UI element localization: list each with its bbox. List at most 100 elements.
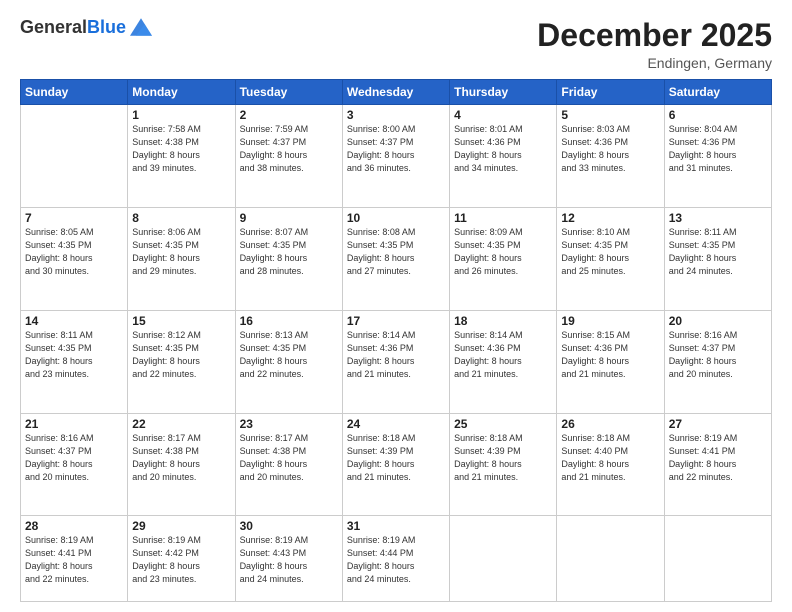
day-number: 25 [454,417,552,431]
calendar-cell: 2Sunrise: 7:59 AM Sunset: 4:37 PM Daylig… [235,105,342,208]
day-number: 1 [132,108,230,122]
calendar-cell: 7Sunrise: 8:05 AM Sunset: 4:35 PM Daylig… [21,207,128,310]
day-info: Sunrise: 8:12 AM Sunset: 4:35 PM Dayligh… [132,329,230,381]
day-number: 21 [25,417,123,431]
month-year: December 2025 [537,18,772,53]
day-number: 30 [240,519,338,533]
logo: GeneralBlue [20,18,152,38]
calendar-cell: 30Sunrise: 8:19 AM Sunset: 4:43 PM Dayli… [235,516,342,602]
day-number: 24 [347,417,445,431]
day-info: Sunrise: 8:15 AM Sunset: 4:36 PM Dayligh… [561,329,659,381]
calendar-cell: 23Sunrise: 8:17 AM Sunset: 4:38 PM Dayli… [235,413,342,516]
weekday-header: Sunday [21,80,128,105]
day-info: Sunrise: 8:00 AM Sunset: 4:37 PM Dayligh… [347,123,445,175]
day-info: Sunrise: 8:17 AM Sunset: 4:38 PM Dayligh… [132,432,230,484]
day-info: Sunrise: 8:19 AM Sunset: 4:44 PM Dayligh… [347,534,445,586]
calendar-cell: 26Sunrise: 8:18 AM Sunset: 4:40 PM Dayli… [557,413,664,516]
calendar-cell: 29Sunrise: 8:19 AM Sunset: 4:42 PM Dayli… [128,516,235,602]
calendar-cell: 5Sunrise: 8:03 AM Sunset: 4:36 PM Daylig… [557,105,664,208]
calendar-cell [664,516,771,602]
calendar-cell: 16Sunrise: 8:13 AM Sunset: 4:35 PM Dayli… [235,310,342,413]
calendar-cell: 24Sunrise: 8:18 AM Sunset: 4:39 PM Dayli… [342,413,449,516]
day-info: Sunrise: 8:05 AM Sunset: 4:35 PM Dayligh… [25,226,123,278]
day-number: 31 [347,519,445,533]
calendar-week-row: 28Sunrise: 8:19 AM Sunset: 4:41 PM Dayli… [21,516,772,602]
day-info: Sunrise: 8:04 AM Sunset: 4:36 PM Dayligh… [669,123,767,175]
day-info: Sunrise: 7:58 AM Sunset: 4:38 PM Dayligh… [132,123,230,175]
calendar-week-row: 7Sunrise: 8:05 AM Sunset: 4:35 PM Daylig… [21,207,772,310]
calendar: SundayMondayTuesdayWednesdayThursdayFrid… [20,79,772,602]
title-block: December 2025 Endingen, Germany [537,18,772,71]
day-number: 29 [132,519,230,533]
weekday-header: Friday [557,80,664,105]
day-info: Sunrise: 8:17 AM Sunset: 4:38 PM Dayligh… [240,432,338,484]
day-number: 22 [132,417,230,431]
calendar-cell: 13Sunrise: 8:11 AM Sunset: 4:35 PM Dayli… [664,207,771,310]
day-number: 26 [561,417,659,431]
calendar-cell: 12Sunrise: 8:10 AM Sunset: 4:35 PM Dayli… [557,207,664,310]
logo-text: GeneralBlue [20,18,126,38]
day-info: Sunrise: 8:19 AM Sunset: 4:43 PM Dayligh… [240,534,338,586]
day-number: 27 [669,417,767,431]
day-info: Sunrise: 8:18 AM Sunset: 4:40 PM Dayligh… [561,432,659,484]
calendar-cell: 10Sunrise: 8:08 AM Sunset: 4:35 PM Dayli… [342,207,449,310]
calendar-cell: 31Sunrise: 8:19 AM Sunset: 4:44 PM Dayli… [342,516,449,602]
weekday-header: Thursday [450,80,557,105]
day-number: 8 [132,211,230,225]
weekday-header: Tuesday [235,80,342,105]
day-info: Sunrise: 8:19 AM Sunset: 4:41 PM Dayligh… [669,432,767,484]
day-info: Sunrise: 8:19 AM Sunset: 4:41 PM Dayligh… [25,534,123,586]
calendar-cell: 15Sunrise: 8:12 AM Sunset: 4:35 PM Dayli… [128,310,235,413]
calendar-cell [21,105,128,208]
calendar-cell: 14Sunrise: 8:11 AM Sunset: 4:35 PM Dayli… [21,310,128,413]
calendar-cell: 22Sunrise: 8:17 AM Sunset: 4:38 PM Dayli… [128,413,235,516]
day-number: 17 [347,314,445,328]
day-number: 6 [669,108,767,122]
day-number: 14 [25,314,123,328]
day-number: 12 [561,211,659,225]
calendar-cell [450,516,557,602]
calendar-cell [557,516,664,602]
calendar-cell: 17Sunrise: 8:14 AM Sunset: 4:36 PM Dayli… [342,310,449,413]
day-number: 2 [240,108,338,122]
weekday-header: Wednesday [342,80,449,105]
day-info: Sunrise: 8:14 AM Sunset: 4:36 PM Dayligh… [454,329,552,381]
day-info: Sunrise: 8:11 AM Sunset: 4:35 PM Dayligh… [669,226,767,278]
day-info: Sunrise: 8:09 AM Sunset: 4:35 PM Dayligh… [454,226,552,278]
day-number: 4 [454,108,552,122]
header: GeneralBlue December 2025 Endingen, Germ… [20,18,772,71]
calendar-week-row: 1Sunrise: 7:58 AM Sunset: 4:38 PM Daylig… [21,105,772,208]
day-info: Sunrise: 8:03 AM Sunset: 4:36 PM Dayligh… [561,123,659,175]
calendar-cell: 3Sunrise: 8:00 AM Sunset: 4:37 PM Daylig… [342,105,449,208]
calendar-week-row: 21Sunrise: 8:16 AM Sunset: 4:37 PM Dayli… [21,413,772,516]
calendar-cell: 25Sunrise: 8:18 AM Sunset: 4:39 PM Dayli… [450,413,557,516]
day-info: Sunrise: 8:10 AM Sunset: 4:35 PM Dayligh… [561,226,659,278]
calendar-cell: 8Sunrise: 8:06 AM Sunset: 4:35 PM Daylig… [128,207,235,310]
day-info: Sunrise: 8:18 AM Sunset: 4:39 PM Dayligh… [347,432,445,484]
calendar-cell: 20Sunrise: 8:16 AM Sunset: 4:37 PM Dayli… [664,310,771,413]
day-info: Sunrise: 7:59 AM Sunset: 4:37 PM Dayligh… [240,123,338,175]
day-number: 9 [240,211,338,225]
day-number: 28 [25,519,123,533]
day-number: 20 [669,314,767,328]
day-number: 16 [240,314,338,328]
calendar-cell: 9Sunrise: 8:07 AM Sunset: 4:35 PM Daylig… [235,207,342,310]
calendar-week-row: 14Sunrise: 8:11 AM Sunset: 4:35 PM Dayli… [21,310,772,413]
logo-icon [130,16,152,38]
day-info: Sunrise: 8:01 AM Sunset: 4:36 PM Dayligh… [454,123,552,175]
day-number: 13 [669,211,767,225]
day-info: Sunrise: 8:06 AM Sunset: 4:35 PM Dayligh… [132,226,230,278]
calendar-cell: 27Sunrise: 8:19 AM Sunset: 4:41 PM Dayli… [664,413,771,516]
day-number: 5 [561,108,659,122]
day-info: Sunrise: 8:07 AM Sunset: 4:35 PM Dayligh… [240,226,338,278]
location: Endingen, Germany [537,55,772,71]
calendar-cell: 1Sunrise: 7:58 AM Sunset: 4:38 PM Daylig… [128,105,235,208]
calendar-cell: 18Sunrise: 8:14 AM Sunset: 4:36 PM Dayli… [450,310,557,413]
day-number: 23 [240,417,338,431]
calendar-cell: 28Sunrise: 8:19 AM Sunset: 4:41 PM Dayli… [21,516,128,602]
day-number: 15 [132,314,230,328]
weekday-header: Saturday [664,80,771,105]
day-number: 19 [561,314,659,328]
day-info: Sunrise: 8:08 AM Sunset: 4:35 PM Dayligh… [347,226,445,278]
day-info: Sunrise: 8:16 AM Sunset: 4:37 PM Dayligh… [669,329,767,381]
